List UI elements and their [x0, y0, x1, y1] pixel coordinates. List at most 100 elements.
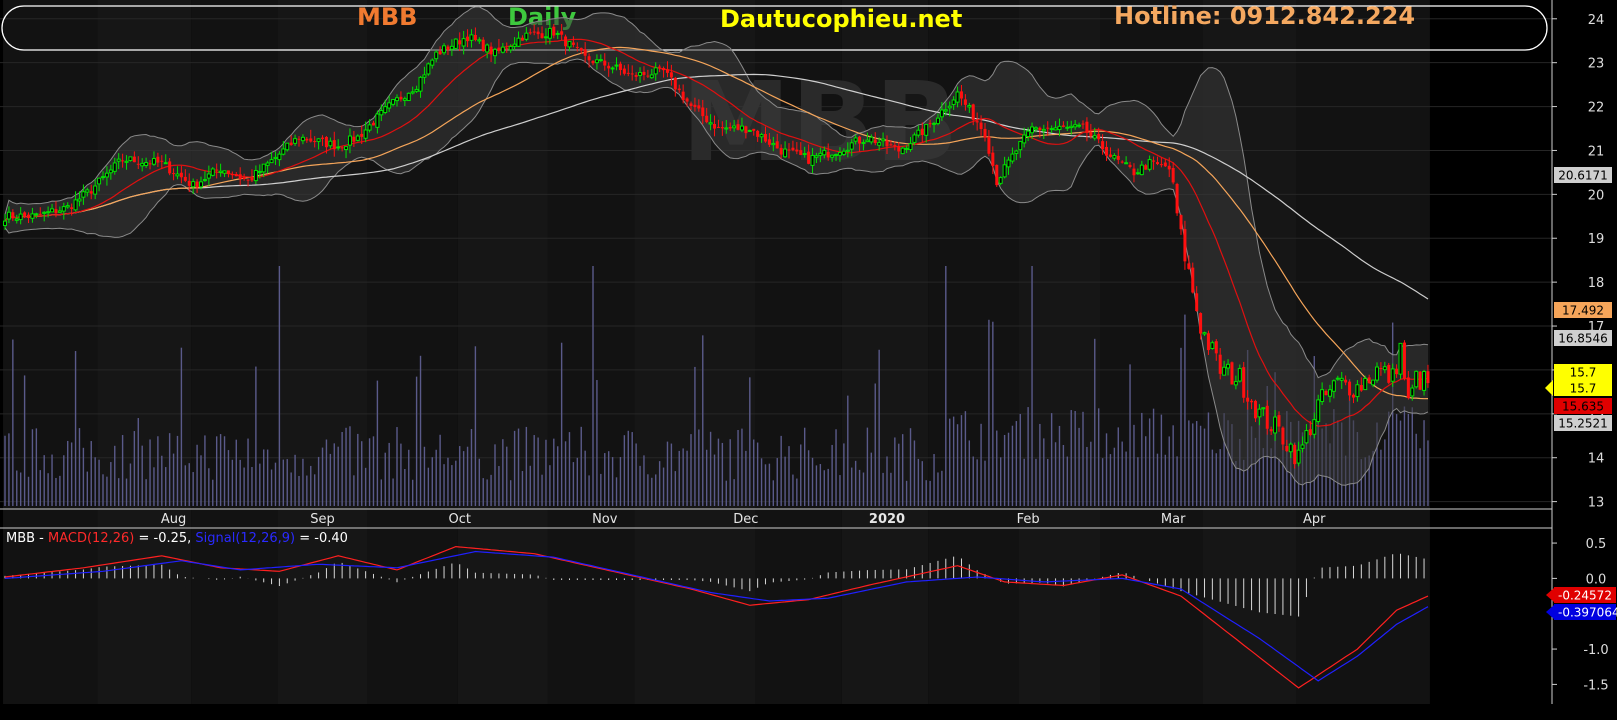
candle-body	[779, 147, 783, 155]
candle-body	[1371, 379, 1376, 386]
volume-bar	[588, 475, 590, 506]
candle-body	[869, 136, 874, 143]
volume-bar	[427, 467, 430, 506]
volume-bar	[768, 463, 771, 506]
candle-body	[1300, 444, 1305, 449]
candle-body	[724, 127, 729, 130]
candle-body	[845, 149, 850, 152]
candle-body	[1375, 366, 1379, 381]
volume-bar	[494, 444, 496, 506]
candle-body	[1187, 263, 1191, 269]
macd-title-part: MACD(12,26)	[48, 531, 134, 546]
price-tick-label: 13	[1588, 496, 1605, 511]
candle-body	[814, 155, 819, 158]
candle-body	[528, 32, 532, 34]
candle-body	[739, 125, 744, 131]
candle-body	[1179, 215, 1183, 230]
candle-body	[1089, 132, 1093, 137]
volume-bar	[655, 474, 657, 506]
candle-body	[332, 140, 336, 150]
volume-bar	[188, 463, 190, 506]
candle-body	[1152, 160, 1156, 162]
volume-bar	[533, 435, 535, 506]
volume-bar	[643, 455, 645, 506]
volume-bar	[698, 429, 700, 506]
volume-bar	[517, 428, 520, 506]
candle-body	[371, 122, 375, 126]
volume-bar	[788, 446, 790, 506]
candle-body	[316, 138, 321, 142]
candle-body	[1069, 125, 1074, 129]
candle-body	[261, 163, 266, 173]
volume-bar	[364, 467, 367, 506]
volume-bar	[376, 380, 379, 506]
volume-bar	[858, 469, 861, 506]
candle-body	[1277, 415, 1281, 427]
candle-body	[23, 212, 27, 216]
volume-bar	[604, 453, 606, 506]
volume-bar	[1125, 451, 1127, 506]
candle-body	[1065, 126, 1070, 129]
candle-body	[560, 31, 564, 35]
volume-bar	[717, 438, 720, 506]
candle-body	[97, 177, 102, 185]
candle-body	[928, 123, 932, 125]
candle-body	[1195, 293, 1199, 312]
candle-body	[893, 145, 897, 147]
volume-bar	[1078, 427, 1080, 506]
candle-body	[38, 213, 42, 215]
volume-bar	[165, 467, 167, 506]
candle-body	[1171, 167, 1175, 183]
candle-body	[716, 126, 720, 128]
volume-bar	[361, 441, 363, 506]
volume-bar	[972, 456, 974, 506]
volume-bar	[686, 450, 688, 506]
volume-bar	[255, 366, 257, 506]
candle-body	[1049, 128, 1054, 131]
candle-body	[1308, 429, 1312, 436]
volume-bar	[102, 474, 104, 506]
candle-body	[46, 211, 51, 214]
candle-body	[1139, 164, 1144, 176]
candle-body	[148, 163, 152, 165]
candle-body	[1135, 172, 1140, 175]
volume-bar	[1207, 412, 1210, 506]
volume-bar	[1145, 436, 1147, 506]
volume-bar	[803, 427, 806, 506]
volume-bar	[470, 429, 473, 506]
candle-body	[861, 141, 866, 144]
volume-bar	[196, 444, 198, 506]
volume-bar	[1097, 408, 1100, 506]
volume-bar	[1399, 420, 1402, 506]
volume-bar	[317, 456, 320, 506]
month-label: Mar	[1161, 512, 1186, 527]
volume-bar	[541, 474, 543, 506]
candle-body	[1085, 121, 1089, 133]
candle-body	[771, 142, 776, 146]
candle-body	[932, 122, 937, 125]
volume-bar	[443, 464, 445, 506]
candle-body	[42, 211, 47, 214]
volume-bar	[584, 450, 586, 506]
candle-body	[598, 59, 603, 62]
candle-body	[1101, 141, 1105, 150]
candle-body	[54, 209, 58, 214]
volume-bar	[827, 468, 829, 506]
volume-bar	[992, 321, 994, 506]
volume-bar	[866, 427, 869, 506]
candle-body	[1359, 385, 1363, 391]
volume-bar	[741, 428, 743, 506]
volume-bar	[1062, 444, 1065, 506]
candle-body	[826, 151, 830, 158]
macd-tick-label: 0.5	[1586, 537, 1607, 552]
volume-bar	[415, 376, 418, 506]
volume-bar	[423, 446, 426, 506]
candle-body	[1124, 162, 1129, 165]
volume-bar	[141, 445, 143, 506]
candle-body	[375, 113, 380, 128]
candle-body	[853, 137, 858, 142]
candle-body	[1402, 342, 1406, 379]
volume-bar	[12, 339, 14, 506]
volume-bar	[341, 431, 343, 506]
candle-body	[89, 191, 93, 194]
